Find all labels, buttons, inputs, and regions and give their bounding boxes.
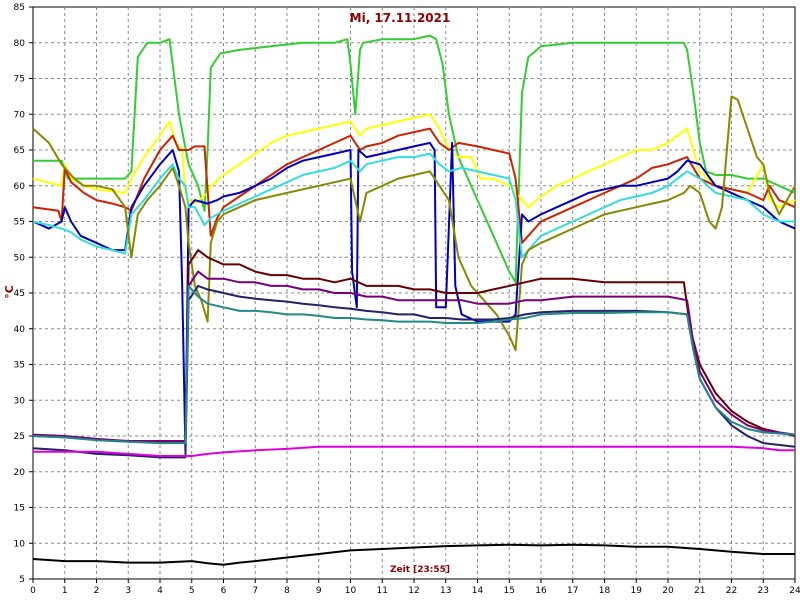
- x-tick-label: 3: [125, 586, 131, 596]
- y-tick-label: 60: [14, 182, 26, 192]
- x-tick-label: 20: [662, 586, 674, 596]
- x-tick-label: 18: [599, 586, 611, 596]
- y-tick-label: 75: [14, 75, 25, 85]
- y-tick-label: 85: [14, 3, 25, 13]
- y-tick-label: 25: [14, 432, 25, 442]
- y-tick-label: 65: [14, 146, 25, 156]
- x-tick-label: 1: [62, 586, 68, 596]
- y-tick-label: 80: [14, 39, 26, 49]
- y-tick-label: 20: [14, 468, 26, 478]
- y-tick-label: 5: [19, 575, 25, 585]
- x-tick-label: 0: [30, 586, 36, 596]
- y-axis-label: °C: [3, 285, 16, 299]
- y-tick-label: 35: [14, 361, 25, 371]
- x-tick-label: 14: [472, 586, 484, 596]
- x-tick-label: 15: [504, 586, 515, 596]
- y-tick-label: 15: [14, 504, 25, 514]
- x-tick-label: 2: [94, 586, 100, 596]
- x-tick-label: 16: [535, 586, 547, 596]
- x-axis-label: Zeit [23:55]: [390, 565, 450, 575]
- x-tick-label: 8: [284, 586, 290, 596]
- x-tick-label: 11: [377, 586, 388, 596]
- y-tick-label: 40: [14, 325, 26, 335]
- x-tick-label: 12: [408, 586, 419, 596]
- x-tick-label: 9: [316, 586, 322, 596]
- x-tick-label: 4: [157, 586, 163, 596]
- y-tick-label: 70: [14, 110, 26, 120]
- x-tick-label: 10: [345, 586, 357, 596]
- y-tick-label: 30: [14, 396, 26, 406]
- x-tick-label: 6: [221, 586, 227, 596]
- x-tick-label: 19: [631, 586, 643, 596]
- y-tick-label: 50: [14, 253, 26, 263]
- y-tick-label: 10: [14, 539, 26, 549]
- x-tick-label: 24: [789, 586, 800, 596]
- temperature-line-chart: 510152025303540455055606570758085 012345…: [3, 3, 800, 596]
- x-axis-ticks: 0 1 2 3 4 5 6 7 8 9 10 11 12 13 14 15 16 17 18 19 20 21 22 23 24: [30, 579, 800, 596]
- y-tick-label: 55: [14, 218, 25, 228]
- x-tick-label: 23: [758, 586, 769, 596]
- x-tick-label: 7: [252, 586, 258, 596]
- x-tick-label: 17: [567, 586, 578, 596]
- chart-title: Mi, 17.11.2021: [350, 11, 451, 25]
- x-tick-label: 13: [440, 586, 451, 596]
- x-tick-label: 21: [694, 586, 705, 596]
- y-axis-ticks: 510152025303540455055606570758085: [14, 3, 33, 585]
- x-tick-label: 22: [726, 586, 737, 596]
- x-tick-label: 5: [189, 586, 195, 596]
